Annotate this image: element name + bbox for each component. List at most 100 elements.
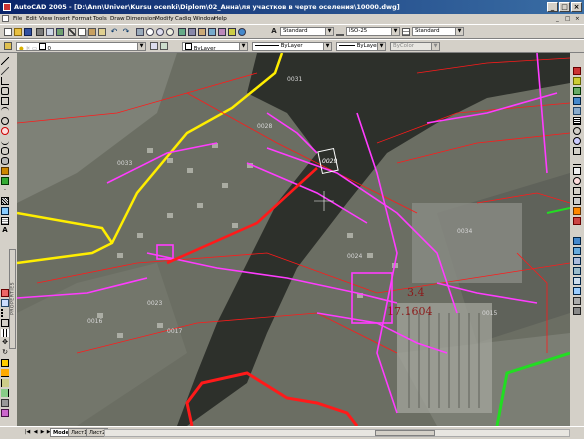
spline-icon[interactable] xyxy=(1,137,9,145)
menu-edit[interactable]: Edit xyxy=(26,14,37,24)
pan-icon[interactable] xyxy=(136,28,144,36)
first-tab-arrow-icon[interactable]: |◀ xyxy=(24,429,31,436)
zoom-window-icon[interactable] xyxy=(156,28,164,36)
plot-style-select[interactable]: ByColor ▼ xyxy=(390,42,440,51)
document-icon[interactable] xyxy=(2,15,9,22)
menu-format[interactable]: Format xyxy=(72,14,92,24)
menu-file[interactable]: File xyxy=(13,14,22,24)
redo-icon[interactable]: ↷ xyxy=(122,28,130,36)
osnap-intersection-icon[interactable] xyxy=(573,167,581,175)
autocad-logo-icon[interactable] xyxy=(3,3,11,11)
dim-style-select[interactable]: ISO-25 ▼ xyxy=(346,27,400,36)
horizontal-scrollbar[interactable] xyxy=(104,429,570,437)
help-icon[interactable] xyxy=(238,28,246,36)
erase-icon[interactable] xyxy=(1,289,9,297)
arc-icon[interactable] xyxy=(1,107,9,115)
osnap-tangent-icon[interactable] xyxy=(573,177,581,185)
paste-icon[interactable] xyxy=(88,28,96,36)
markup-icon[interactable] xyxy=(218,28,226,36)
layer-select[interactable]: ● ☼ ▭ 0 ▼ xyxy=(16,42,146,51)
table-style-select[interactable]: Standard ▼ xyxy=(412,27,464,36)
polyline-icon[interactable] xyxy=(1,77,9,85)
osnap-endpoint-icon[interactable] xyxy=(573,147,581,155)
drawing-canvas[interactable]: 0031 0028 0033 0023 0015 0016 0017 0024 … xyxy=(17,53,570,426)
zoom-previous-icon[interactable] xyxy=(166,28,174,36)
plot-preview-icon[interactable] xyxy=(46,28,54,36)
offset-icon[interactable] xyxy=(1,319,9,327)
chevron-down-icon[interactable]: ▼ xyxy=(431,43,439,50)
polygon-icon[interactable] xyxy=(1,87,9,95)
rectangle-icon[interactable] xyxy=(1,97,9,105)
chevron-down-icon[interactable]: ▼ xyxy=(325,28,333,35)
menu-tools[interactable]: Tools xyxy=(93,14,107,24)
osnap-perpendicular-icon[interactable] xyxy=(573,187,581,195)
dim-aligned-icon[interactable] xyxy=(573,77,581,85)
revision-cloud-icon[interactable] xyxy=(1,127,9,135)
copy-object-icon[interactable] xyxy=(1,299,9,307)
quickcalc-icon[interactable] xyxy=(228,28,236,36)
osnap-center-icon[interactable] xyxy=(573,127,581,135)
cut-icon[interactable] xyxy=(68,28,76,36)
osnap-node-icon[interactable] xyxy=(573,197,581,205)
move-icon[interactable]: ✥ xyxy=(1,339,9,347)
osnap-nearest-icon[interactable] xyxy=(573,207,581,215)
insert-block-icon[interactable] xyxy=(1,167,9,175)
osnap-quadrant-icon[interactable] xyxy=(573,137,581,145)
multiline-text-icon[interactable]: A xyxy=(1,227,9,235)
zoom-realtime-icon[interactable] xyxy=(146,28,154,36)
ucs-zaxis-icon[interactable] xyxy=(573,287,581,295)
design-center-icon[interactable] xyxy=(188,28,196,36)
ucs-3point-icon[interactable] xyxy=(573,297,581,305)
break-icon[interactable] xyxy=(1,399,9,407)
ellipse-arc-icon[interactable] xyxy=(1,157,9,165)
doc-minimize-button[interactable]: _ xyxy=(556,14,559,24)
save-icon[interactable] xyxy=(24,28,32,36)
stretch-icon[interactable] xyxy=(1,369,9,377)
prev-tab-arrow-icon[interactable]: ◀ xyxy=(32,429,39,436)
color-select[interactable]: ByLayer ▼ xyxy=(182,42,248,51)
circle-icon[interactable] xyxy=(1,117,9,125)
ucs-icon[interactable] xyxy=(573,237,581,245)
ucs-view-icon[interactable] xyxy=(573,267,581,275)
dim-diameter-icon[interactable] xyxy=(573,107,581,115)
scale-icon[interactable] xyxy=(1,359,9,367)
open-folder-icon[interactable] xyxy=(14,28,22,36)
ucs-xrotate-icon[interactable] xyxy=(573,307,581,315)
chevron-down-icon[interactable]: ▼ xyxy=(239,43,247,50)
menu-view[interactable]: View xyxy=(39,14,52,24)
ellipse-icon[interactable] xyxy=(1,147,9,155)
properties-palette-tab[interactable]: PROPERTIES xyxy=(9,249,16,349)
undo-icon[interactable]: ↶ xyxy=(110,28,118,36)
next-tab-arrow-icon[interactable]: ▶ xyxy=(39,429,46,436)
chevron-down-icon[interactable]: ▼ xyxy=(377,43,385,50)
menu-window[interactable]: Window xyxy=(193,14,215,24)
extend-icon[interactable] xyxy=(1,389,9,397)
layer-manager-icon[interactable] xyxy=(4,42,12,50)
make-current-layer-icon[interactable] xyxy=(150,42,158,50)
lineweight-select[interactable]: ByLayer ▼ xyxy=(336,42,386,51)
menu-cadiq[interactable]: Cadiq xyxy=(175,14,191,24)
print-icon[interactable] xyxy=(36,28,44,36)
explode-icon[interactable] xyxy=(1,409,9,417)
lock-icon[interactable]: ▭ xyxy=(32,46,37,50)
osnap-midpoint-icon[interactable] xyxy=(573,157,581,165)
dim-baseline-icon[interactable] xyxy=(573,117,581,125)
chevron-down-icon[interactable]: ▼ xyxy=(137,43,145,50)
menu-insert[interactable]: Insert xyxy=(54,14,70,24)
menu-draw[interactable]: Draw xyxy=(110,14,125,24)
ucs-origin-icon[interactable] xyxy=(573,277,581,285)
trim-icon[interactable] xyxy=(1,379,9,387)
chevron-down-icon[interactable]: ▼ xyxy=(391,28,399,35)
hatch-icon[interactable] xyxy=(1,197,9,205)
table-icon[interactable] xyxy=(1,217,9,225)
layer-previous-icon[interactable] xyxy=(160,42,168,50)
maximize-button[interactable]: □ xyxy=(559,2,570,12)
make-block-icon[interactable] xyxy=(1,177,9,185)
lightbulb-icon[interactable]: ● xyxy=(19,46,24,50)
close-button[interactable]: × xyxy=(571,2,582,12)
sheet-set-icon[interactable] xyxy=(208,28,216,36)
dim-ordinate-icon[interactable] xyxy=(573,87,581,95)
minimize-button[interactable]: _ xyxy=(547,2,558,12)
rotate-icon[interactable]: ↻ xyxy=(1,349,9,357)
mirror-icon[interactable] xyxy=(1,309,9,317)
